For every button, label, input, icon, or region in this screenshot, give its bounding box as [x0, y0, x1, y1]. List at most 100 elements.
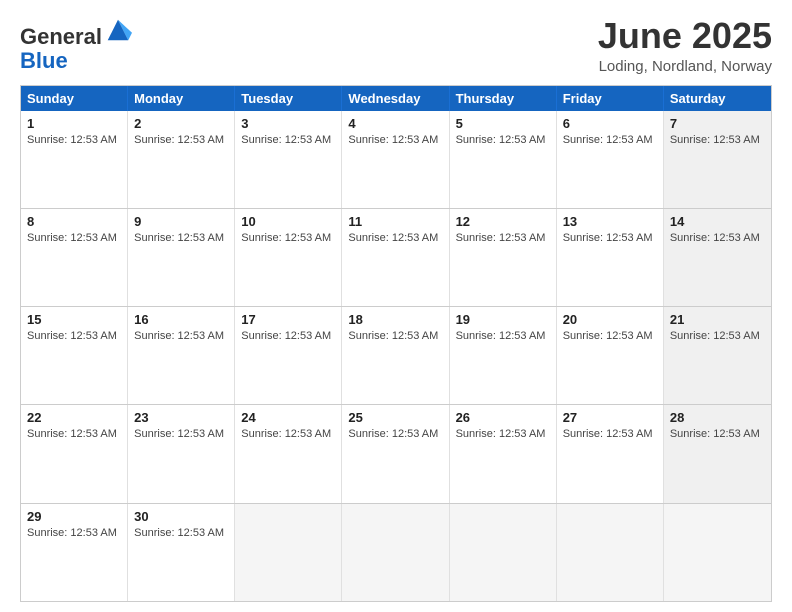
sunrise-time: Sunrise: 12:53 AM: [563, 134, 657, 146]
cal-cell-1-2: 10 Sunrise: 12:53 AM: [235, 209, 342, 306]
header-tuesday: Tuesday: [235, 86, 342, 111]
day-number: 1: [27, 116, 121, 131]
header-wednesday: Wednesday: [342, 86, 449, 111]
sunrise-time: Sunrise: 12:53 AM: [134, 428, 228, 440]
sunrise-time: Sunrise: 12:53 AM: [134, 527, 228, 539]
day-number: 23: [134, 410, 228, 425]
cal-cell-0-6: 7Sunrise: 12:53 AM: [664, 111, 771, 208]
day-number: 25: [348, 410, 442, 425]
calendar-week-2: 8 Sunrise: 12:53 AM 9 Sunrise: 12:53 AM 10 Su…: [21, 208, 771, 306]
logo-general: General: [20, 24, 102, 49]
cal-cell-4-6: [664, 504, 771, 601]
day-number: 4: [348, 116, 442, 131]
header-monday: Monday: [128, 86, 235, 111]
sunrise-time: Sunrise: 12:53 AM: [241, 330, 335, 342]
sunrise-time: Sunrise: 12:53 AM: [134, 330, 228, 342]
cal-cell-3-3: 25Sunrise: 12:53 AM: [342, 405, 449, 502]
sunrise-time: Sunrise: 12:53 AM: [27, 330, 121, 342]
page: General Blue June 2025 Loding, Nordland,…: [0, 0, 792, 612]
sunrise-time: Sunrise: 12:53 AM: [670, 428, 765, 440]
cal-cell-3-2: 24Sunrise: 12:53 AM: [235, 405, 342, 502]
day-number: 2: [134, 116, 228, 131]
cal-cell-4-3: [342, 504, 449, 601]
day-number: 5: [456, 116, 550, 131]
sunrise-time: Sunrise: 12:53 AM: [456, 428, 550, 440]
day-number: 16: [134, 312, 228, 327]
day-number: 14: [670, 214, 765, 229]
sunrise-time: Sunrise: 12:53 AM: [456, 134, 550, 146]
cal-cell-4-0: 29Sunrise: 12:53 AM: [21, 504, 128, 601]
cal-cell-2-2: 17Sunrise: 12:53 AM: [235, 307, 342, 404]
sunrise-time: Sunrise: 12:53 AM: [241, 134, 335, 146]
sunrise-time: Sunrise: 12:53 AM: [348, 134, 442, 146]
sunrise-time: Sunrise: 12:53 AM: [348, 232, 442, 244]
header-sunday: Sunday: [21, 86, 128, 111]
calendar-week-3: 15Sunrise: 12:53 AM16Sunrise: 12:53 AM17…: [21, 306, 771, 404]
day-number: 8: [27, 214, 121, 229]
sunrise-time: Sunrise: 12:53 AM: [456, 330, 550, 342]
cal-cell-4-2: [235, 504, 342, 601]
day-number: 19: [456, 312, 550, 327]
cal-cell-0-1: 2 Sunrise: 12:53 AM: [128, 111, 235, 208]
cal-cell-3-1: 23 Sunrise: 12:53 AM: [128, 405, 235, 502]
cal-cell-2-1: 16 Sunrise: 12:53 AM: [128, 307, 235, 404]
day-number: 10: [241, 214, 335, 229]
title-block: June 2025 Loding, Nordland, Norway: [598, 16, 772, 75]
sunrise-time: Sunrise: 12:53 AM: [563, 330, 657, 342]
header-saturday: Saturday: [664, 86, 771, 111]
cal-cell-0-3: 4 Sunrise: 12:53 AM: [342, 111, 449, 208]
day-number: 20: [563, 312, 657, 327]
cal-cell-3-5: 27Sunrise: 12:53 AM: [557, 405, 664, 502]
day-number: 21: [670, 312, 765, 327]
day-number: 30: [134, 509, 228, 524]
day-number: 9: [134, 214, 228, 229]
cal-cell-1-0: 8 Sunrise: 12:53 AM: [21, 209, 128, 306]
cal-cell-2-5: 20 Sunrise: 12:53 AM: [557, 307, 664, 404]
sunrise-time: Sunrise: 12:53 AM: [27, 232, 121, 244]
calendar-body: 1 Sunrise: 12:53 AM 2 Sunrise: 12:53 AM 3 Sun…: [21, 111, 771, 601]
logo: General Blue: [20, 16, 132, 73]
calendar-week-1: 1 Sunrise: 12:53 AM 2 Sunrise: 12:53 AM 3 Sun…: [21, 111, 771, 208]
cal-cell-0-5: 6Sunrise: 12:53 AM: [557, 111, 664, 208]
day-number: 7: [670, 116, 765, 131]
cal-cell-1-6: 14 Sunrise: 12:53 AM: [664, 209, 771, 306]
sunrise-time: Sunrise: 12:53 AM: [563, 232, 657, 244]
day-number: 11: [348, 214, 442, 229]
sunrise-time: Sunrise: 12:53 AM: [134, 232, 228, 244]
cal-cell-4-4: [450, 504, 557, 601]
sunrise-time: Sunrise: 12:53 AM: [27, 134, 121, 146]
cal-cell-2-3: 18Sunrise: 12:53 AM: [342, 307, 449, 404]
day-number: 15: [27, 312, 121, 327]
sunrise-time: Sunrise: 12:53 AM: [670, 330, 765, 342]
sunrise-time: Sunrise: 12:53 AM: [563, 428, 657, 440]
day-number: 3: [241, 116, 335, 131]
day-number: 24: [241, 410, 335, 425]
cal-cell-2-6: 21 Sunrise: 12:53 AM: [664, 307, 771, 404]
header-friday: Friday: [557, 86, 664, 111]
cal-cell-3-6: 28 Sunrise: 12:53 AM: [664, 405, 771, 502]
header: General Blue June 2025 Loding, Nordland,…: [20, 16, 772, 75]
sunrise-time: Sunrise: 12:53 AM: [134, 134, 228, 146]
calendar-week-5: 29Sunrise: 12:53 AM 30 Sunrise: 12:53 AM: [21, 503, 771, 601]
cal-cell-3-0: 22 Sunrise: 12:53 AM: [21, 405, 128, 502]
day-number: 22: [27, 410, 121, 425]
cal-cell-2-0: 15 Sunrise: 12:53 AM: [21, 307, 128, 404]
day-number: 28: [670, 410, 765, 425]
sunrise-time: Sunrise: 12:53 AM: [241, 232, 335, 244]
calendar-week-4: 22 Sunrise: 12:53 AM 23 Sunrise: 12:53 AM 24…: [21, 404, 771, 502]
sunrise-time: Sunrise: 12:53 AM: [27, 527, 121, 539]
sunrise-time: Sunrise: 12:53 AM: [670, 232, 765, 244]
day-number: 12: [456, 214, 550, 229]
cal-cell-2-4: 19 Sunrise: 12:53 AM: [450, 307, 557, 404]
cal-cell-1-1: 9 Sunrise: 12:53 AM: [128, 209, 235, 306]
cal-cell-4-1: 30 Sunrise: 12:53 AM: [128, 504, 235, 601]
calendar: Sunday Monday Tuesday Wednesday Thursday…: [20, 85, 772, 602]
location: Loding, Nordland, Norway: [598, 58, 772, 75]
calendar-header: Sunday Monday Tuesday Wednesday Thursday…: [21, 86, 771, 111]
cal-cell-1-3: 11 Sunrise: 12:53 AM: [342, 209, 449, 306]
day-number: 18: [348, 312, 442, 327]
day-number: 26: [456, 410, 550, 425]
cal-cell-0-2: 3 Sunrise: 12:53 AM: [235, 111, 342, 208]
day-number: 13: [563, 214, 657, 229]
sunrise-time: Sunrise: 12:53 AM: [27, 428, 121, 440]
